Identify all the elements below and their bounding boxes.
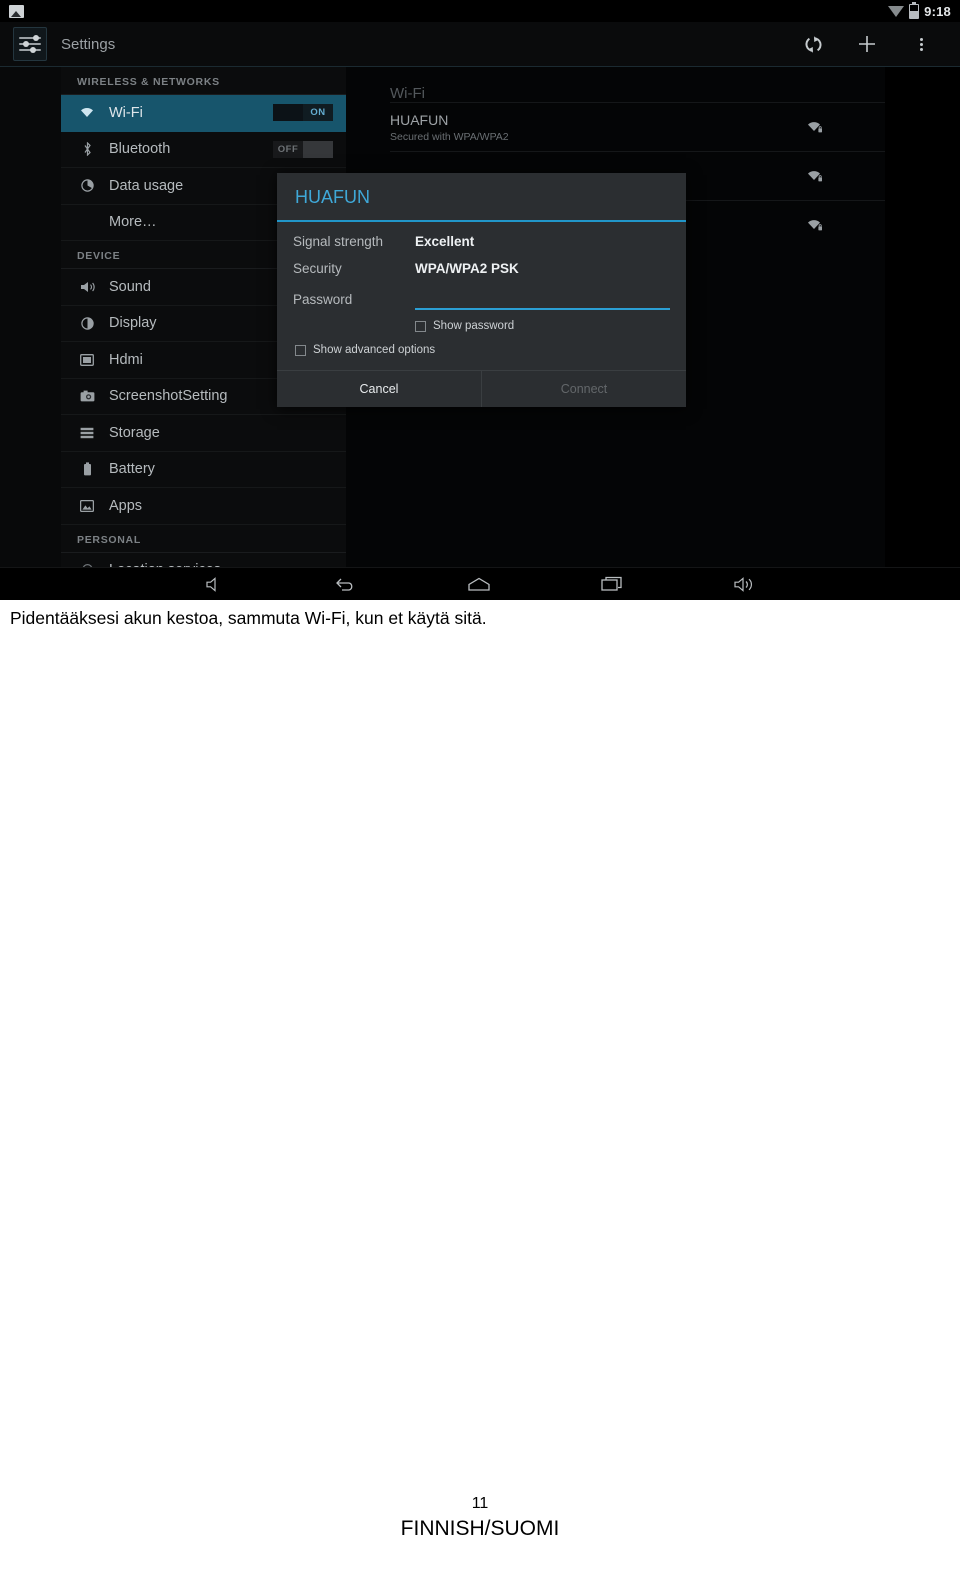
sidebar-item-label: Bluetooth [109, 141, 171, 158]
signal-strength-value: Excellent [415, 234, 475, 249]
cancel-button[interactable]: Cancel [277, 371, 481, 407]
sidebar-item-wifi[interactable]: Wi-Fi ON [61, 95, 346, 132]
dialog-title: HUAFUN [277, 173, 686, 222]
security-value: WPA/WPA2 PSK [415, 261, 519, 276]
right-gutter [885, 67, 960, 567]
password-label: Password [293, 291, 353, 307]
toggle-knob [303, 140, 333, 158]
status-bar-right: 9:18 [888, 1, 960, 19]
wifi-signal-icon [888, 5, 905, 17]
sidebar-item-label: Battery [109, 461, 155, 478]
sidebar-item-storage[interactable]: Storage [61, 415, 346, 452]
back-icon[interactable] [335, 576, 357, 592]
wifi-secured-icon [806, 120, 823, 134]
security-label: Security [293, 261, 342, 276]
volume-down-icon[interactable] [205, 576, 225, 592]
settings-body: WIRELESS & NETWORKS Wi-Fi ON Bluetooth O… [0, 67, 960, 589]
caption-text: Pidentääksesi akun kestoa, sammuta Wi-Fi… [10, 608, 487, 628]
toggle-label: OFF [277, 143, 299, 155]
settings-sliders-icon[interactable] [13, 27, 47, 61]
recents-icon[interactable] [601, 576, 623, 592]
connect-button[interactable]: Connect [481, 371, 686, 407]
action-bar-actions [800, 31, 960, 57]
camera-icon [77, 390, 97, 402]
action-bar: Settings [0, 22, 960, 67]
footer-language: FINNISH/SUOMI [400, 1517, 560, 1540]
password-field-wrapper [415, 288, 670, 310]
hdmi-icon [77, 353, 97, 366]
gallery-icon [9, 4, 24, 18]
signal-strength-label: Signal strength [293, 234, 384, 249]
sidebar-item-label: Apps [109, 497, 143, 514]
page-title: Settings [61, 35, 116, 53]
apps-icon [77, 499, 97, 512]
wifi-secured-icon [806, 218, 823, 232]
storage-icon [77, 427, 97, 439]
toggle-knob [273, 104, 303, 122]
status-bar: 9:18 [0, 0, 960, 22]
show-advanced-checkbox[interactable] [295, 344, 306, 356]
overflow-menu-icon[interactable] [908, 31, 934, 57]
dialog-fields: Signal strength Excellent Security WPA/W… [293, 234, 670, 310]
document-page: 9:18 Settings WIRELESS & NETWORKS Wi-Fi … [0, 0, 960, 1569]
dialog-body: Signal strength Excellent Security WPA/W… [277, 222, 686, 370]
show-advanced-row[interactable]: Show advanced options [295, 344, 670, 356]
wifi-pane-title: Wi-Fi [390, 85, 425, 102]
dialog-actions: Cancel Connect [277, 370, 686, 407]
sound-icon [77, 281, 97, 293]
toggle-label: ON [310, 107, 326, 119]
display-icon [77, 317, 97, 330]
show-password-row[interactable]: Show password [415, 320, 670, 332]
navigation-bar [0, 567, 960, 600]
page-footer: 11 FINNISH/SUOMI [0, 1495, 960, 1541]
sidebar-section-header-wireless: WIRELESS & NETWORKS [61, 67, 346, 95]
android-screenshot: 9:18 Settings WIRELESS & NETWORKS Wi-Fi … [0, 0, 960, 600]
battery-icon [909, 1, 920, 19]
left-gutter [0, 67, 61, 567]
battery-icon [77, 462, 97, 476]
home-icon[interactable] [467, 577, 491, 592]
show-advanced-label: Show advanced options [313, 344, 436, 356]
wifi-network-row[interactable]: HUAFUN Secured with WPA/WPA2 [390, 102, 885, 151]
sidebar-item-label: Storage [109, 424, 160, 441]
wifi-secured-icon [806, 169, 823, 183]
refresh-scan-icon[interactable] [800, 31, 826, 57]
sidebar-item-apps[interactable]: Apps [61, 488, 346, 525]
page-number: 11 [471, 1495, 489, 1512]
clock: 9:18 [924, 3, 951, 19]
volume-up-icon[interactable] [733, 576, 755, 592]
sidebar-item-label: Display [109, 315, 157, 332]
sidebar-item-label: Wi-Fi [109, 104, 143, 121]
sidebar-item-label: ScreenshotSetting [109, 388, 228, 405]
wifi-connect-dialog: HUAFUN Signal strength Excellent Securit… [277, 173, 686, 407]
sidebar-item-battery[interactable]: Battery [61, 452, 346, 488]
bluetooth-icon [77, 142, 97, 157]
add-plus-icon[interactable] [854, 31, 880, 57]
sidebar-item-bluetooth[interactable]: Bluetooth OFF [61, 132, 346, 168]
password-input[interactable] [415, 288, 670, 308]
data-usage-icon [77, 179, 97, 192]
show-password-checkbox[interactable] [415, 320, 426, 332]
sidebar-item-label: Sound [109, 278, 151, 295]
wifi-toggle[interactable]: ON [273, 104, 333, 122]
bluetooth-toggle[interactable]: OFF [273, 140, 333, 158]
wifi-icon [77, 107, 97, 118]
sidebar-item-label: Hdmi [109, 351, 143, 368]
sidebar-item-label: More… [109, 214, 157, 231]
sidebar-item-label: Data usage [109, 177, 184, 194]
sidebar-section-header-personal: PERSONAL [61, 525, 346, 553]
show-password-label: Show password [433, 320, 515, 332]
